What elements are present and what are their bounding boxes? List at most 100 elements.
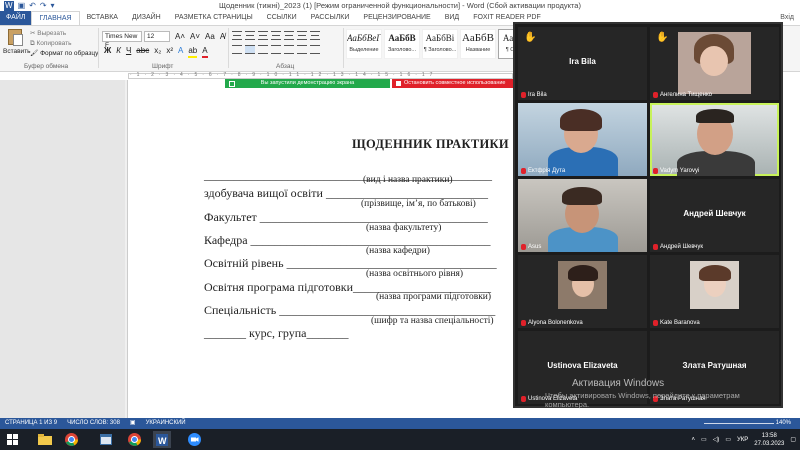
bullets-icon[interactable] — [232, 31, 242, 40]
chrome-taskbar-icon[interactable] — [62, 431, 80, 448]
tab-mailings[interactable]: РАССЫЛКИ — [304, 11, 357, 25]
tab-insert[interactable]: ВСТАВКА — [80, 11, 125, 25]
participant-name: Ангелина Тищенко — [660, 92, 712, 98]
mic-muted-icon — [653, 92, 658, 98]
font-size-select[interactable]: 12 — [144, 31, 170, 42]
participant-label: Андрей Шевчук — [653, 244, 703, 250]
multilevel-list-icon[interactable] — [258, 31, 268, 40]
participant-tile[interactable]: Alyona Bolonenkova — [518, 255, 647, 328]
network-icon[interactable]: ▭ — [725, 436, 731, 443]
change-case-icon[interactable]: Aa — [205, 31, 215, 42]
tab-view[interactable]: ВИД — [438, 11, 466, 25]
participant-label: Kate Baranova — [653, 320, 700, 326]
word-count[interactable]: ЧИСЛО СЛОВ: 308 — [62, 418, 125, 429]
stop-share-button[interactable]: Остановить совместное использование — [392, 79, 514, 88]
proofing-icon[interactable]: ▣ — [125, 418, 141, 429]
volume-icon[interactable]: ◁) — [713, 436, 720, 443]
format-painter-button[interactable]: 🖌 Формат по образцу — [30, 49, 98, 59]
participant-tile-active[interactable]: Vadym Yarovyi — [650, 103, 779, 176]
tab-home[interactable]: ГЛАВНАЯ — [31, 11, 80, 25]
shading-icon[interactable] — [297, 45, 307, 54]
font-name-select[interactable]: Times New F — [102, 31, 142, 49]
participant-name-center: Злата Ратушная — [682, 361, 747, 370]
zoom-level[interactable]: 140% — [771, 418, 796, 429]
style-heading-2[interactable]: АаБбВі ¶ Заголово... — [422, 29, 458, 59]
grow-font-icon[interactable]: A˄ — [175, 31, 185, 42]
file-explorer-taskbar-icon[interactable] — [36, 431, 54, 448]
clipboard-group-label: Буфер обмена — [24, 63, 69, 70]
text-effects-icon[interactable]: A — [178, 45, 183, 58]
style-title[interactable]: АаБбВ Название — [460, 29, 496, 59]
word-taskbar-icon[interactable]: W — [153, 431, 171, 448]
window-title: Щоденник (тижні)_2023 (1) [Режим огранич… — [219, 1, 581, 10]
clear-format-icon[interactable]: A̸ — [220, 31, 225, 42]
paste-label: Вставить — [3, 48, 31, 55]
participant-name-center: Андрей Шевчук — [683, 209, 746, 218]
face — [700, 46, 728, 76]
tab-page-layout[interactable]: РАЗМЕТКА СТРАНИЦЫ — [168, 11, 260, 25]
cut-button[interactable]: ✂ Вырезать — [30, 29, 98, 39]
participant-tile[interactable]: Asus — [518, 179, 647, 252]
list-controls — [232, 31, 320, 40]
style-sample: АаБбВ — [462, 32, 494, 44]
paste-button[interactable]: Вставить — [3, 29, 31, 55]
underline-icon[interactable]: Ч — [126, 45, 131, 58]
participant-tile[interactable]: ✋ Ira Bila Ira Bila — [518, 27, 647, 100]
zoom-taskbar-icon[interactable] — [185, 431, 203, 448]
activation-watermark-title: Активация Windows — [572, 378, 665, 389]
line-spacing-icon[interactable] — [284, 45, 294, 54]
keyboard-language[interactable]: УКР — [737, 437, 748, 443]
page-count[interactable]: СТРАНИЦА 1 ИЗ 9 — [0, 418, 62, 429]
superscript-icon[interactable]: x² — [166, 45, 173, 58]
participant-tile[interactable]: Kate Baranova — [650, 255, 779, 328]
participant-tile[interactable]: Ектфрія Дута — [518, 103, 647, 176]
decrease-indent-icon[interactable] — [271, 31, 281, 40]
italic-icon[interactable]: К — [116, 45, 121, 58]
tray-chevron-icon[interactable]: ˄ — [692, 437, 696, 443]
terminal-taskbar-icon[interactable] — [97, 431, 115, 448]
tab-file[interactable]: ФАЙЛ — [0, 11, 32, 25]
zoom-slider[interactable] — [704, 423, 774, 424]
style-heading[interactable]: АаБбВ Заголово... — [384, 29, 420, 59]
participant-tile[interactable]: Андрей Шевчук Андрей Шевчук — [650, 179, 779, 252]
increase-indent-icon[interactable] — [284, 31, 294, 40]
font-group-label: Шрифт — [152, 63, 174, 70]
font-color-icon[interactable]: A — [202, 45, 208, 58]
justify-icon[interactable] — [271, 45, 281, 54]
tab-review[interactable]: РЕЦЕНЗИРОВАНИЕ — [356, 11, 437, 25]
language-indicator[interactable]: УКРАИНСКИЙ — [141, 418, 191, 429]
participant-video — [518, 179, 647, 252]
align-left-icon[interactable] — [232, 45, 242, 54]
doc-line-department: Кафедра ________________________________… — [204, 233, 491, 247]
strikethrough-icon[interactable]: abc — [136, 45, 149, 58]
style-name: Заголово... — [387, 47, 417, 53]
chrome-icon — [127, 433, 141, 446]
bold-icon[interactable]: Ж — [104, 45, 111, 58]
shrink-font-icon[interactable]: A˅ — [190, 31, 200, 42]
start-button[interactable] — [4, 431, 22, 448]
doc-line-course-group: _______ курс, група_______ — [204, 326, 349, 340]
participant-tile[interactable]: ✋ Ангелина Тищенко — [650, 27, 779, 100]
participant-label: Ira Bila — [521, 92, 547, 98]
style-emphasis[interactable]: АаБбВеГ Выделение — [346, 29, 382, 59]
document-page[interactable]: ЩОДЕННИК ПРАКТИКИ ______________________… — [128, 80, 513, 418]
align-center-icon[interactable] — [245, 45, 255, 54]
raised-hand-icon: ✋ — [524, 32, 537, 43]
borders-icon[interactable] — [310, 45, 320, 54]
style-sample: АаБбВеГ — [347, 33, 381, 43]
numbering-icon[interactable] — [245, 31, 255, 40]
copy-button[interactable]: ⧉ Копировать — [30, 39, 98, 49]
tab-design[interactable]: ДИЗАЙН — [125, 11, 168, 25]
subscript-icon[interactable]: x₂ — [154, 45, 161, 58]
chrome-profile-taskbar-icon[interactable] — [125, 431, 143, 448]
align-right-icon[interactable] — [258, 45, 268, 54]
notifications-icon[interactable]: ▢ — [790, 436, 796, 443]
hair — [568, 265, 598, 281]
tab-references[interactable]: ССЫЛКИ — [260, 11, 304, 25]
show-marks-icon[interactable] — [310, 31, 320, 40]
monitor-icon[interactable]: ▭ — [701, 436, 707, 443]
highlight-icon[interactable]: ab — [188, 45, 198, 58]
clock[interactable]: 13:58 27.03.2023 — [754, 432, 784, 448]
sort-icon[interactable] — [297, 31, 307, 40]
hint-student: (прізвище, ім’я, по батькові) — [361, 199, 476, 209]
